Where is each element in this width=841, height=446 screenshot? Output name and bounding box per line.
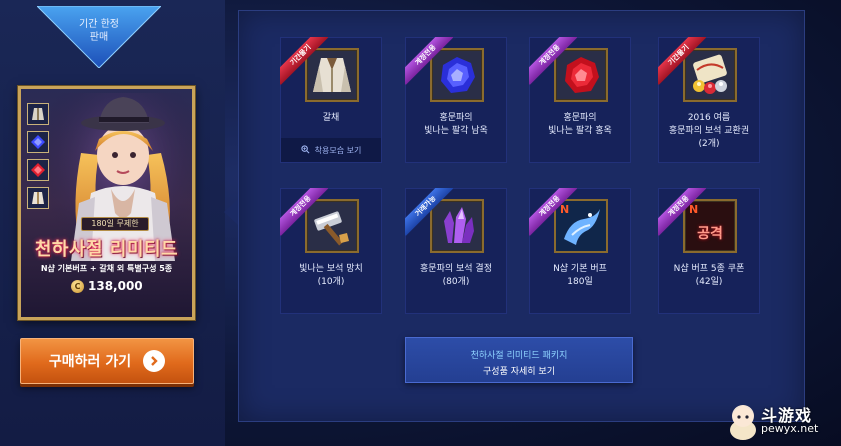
package-card[interactable]: 180일 무제한 천하사절 리미티드 N샵 기본버프 + 갈채 외 특별구성 5…: [18, 86, 195, 320]
ribbon-label: 거래가능: [405, 188, 453, 236]
ribbon-label: 기간물기: [658, 37, 706, 85]
item-name-line1: 홍문파의: [439, 113, 473, 123]
thumb-coat-icon[interactable]: [27, 103, 49, 125]
item-name-line1: 2016 여름: [687, 113, 731, 123]
item-name: 갈채: [281, 112, 381, 125]
item-name: 홍문파의 빛나는 팔각 홍옥: [530, 112, 630, 138]
chevron-right-icon: [143, 350, 166, 372]
item-name: N샵 기본 버프 180일: [530, 263, 630, 289]
banner-line1: 기간 한정: [79, 19, 119, 30]
item-tile-crystal[interactable]: 거래가능 홍문파의 보석 결정 (80개): [405, 188, 507, 314]
detail-button-subtitle: 구성품 자세히 보기: [483, 367, 555, 377]
item-name-line2: 빛나는 팔각 남옥: [424, 126, 488, 136]
package-title: 천하사절 리미티드: [34, 239, 179, 260]
item-name-line1: N샵 버프 5종 쿠폰: [673, 264, 745, 274]
item-tile-buff-coupon[interactable]: 계정전용 N 공격 N샵 버프 5종 쿠폰 (42일): [658, 188, 760, 314]
item-name: 2016 여름 홍문파의 보석 교환권 (2개): [659, 112, 759, 151]
ribbon-badge: 거래가능: [405, 188, 453, 236]
ribbon-badge: 계정전용: [529, 37, 577, 85]
package-description: N샵 기본버프 + 갈채 외 특별구성 5종: [40, 264, 173, 273]
banner-line2: 판매: [89, 32, 109, 43]
thumb-ruby-icon[interactable]: [27, 159, 49, 181]
package-price: C 138,000: [71, 279, 171, 293]
ribbon-badge: 계정전용: [529, 188, 577, 236]
mascot-icon: [730, 405, 756, 440]
item-name: 홍문파의 보석 결정 (80개): [406, 263, 506, 289]
item-name-line2: (10개): [317, 277, 345, 287]
ribbon-label: 계정전용: [405, 37, 453, 85]
panel-pointer: [224, 198, 239, 226]
ribbon-label: 계정전용: [529, 188, 577, 236]
ribbon-badge: 기간물기: [658, 37, 706, 85]
thumb-coat-icon-2[interactable]: [27, 187, 49, 209]
item-name-line2: 홍문파의 보석 교환권: [668, 126, 750, 136]
item-name-line1: 홍문파의: [563, 113, 597, 123]
item-tile-ruby[interactable]: 계정전용 홍문파의 빛나는 팔각 홍옥: [529, 37, 631, 163]
item-name-line2: 180일: [567, 277, 593, 287]
item-tile-gem-voucher[interactable]: 기간물기 2016 여름 홍문파의 보석 교환권 (2개): [658, 37, 760, 163]
try-on-button[interactable]: 착용모습 보기: [281, 138, 381, 162]
banner-text: 기간 한정 판매: [37, 18, 161, 44]
item-name: 홍문파의 빛나는 팔각 남옥: [406, 112, 506, 138]
ribbon-label: 계정전용: [529, 37, 577, 85]
item-name: N샵 버프 5종 쿠폰 (42일): [659, 263, 759, 289]
package-thumbnails: [27, 103, 49, 215]
item-tile-hammer[interactable]: 계정전용 빛나는 보석 망치 (10개): [280, 188, 382, 314]
ribbon-badge: 기간물기: [280, 37, 328, 85]
ribbon-label: 계정전용: [280, 188, 328, 236]
thumb-sapphire-icon[interactable]: [27, 131, 49, 153]
item-tile-sapphire[interactable]: 계정전용 홍문파의 빛나는 팔각 남옥: [405, 37, 507, 163]
item-name-line2: 빛나는 팔각 홍옥: [548, 126, 612, 136]
ribbon-label: 계정전용: [658, 188, 706, 236]
price-value: 138,000: [88, 279, 143, 293]
detail-button-title: 천하사절 리미티드 패키지: [470, 351, 568, 361]
buy-button-label: 구매하러 가기: [48, 354, 132, 370]
watermark-url: pewyx.net: [761, 422, 819, 435]
package-details-button[interactable]: 천하사절 리미티드 패키지 구성품 자세히 보기: [405, 337, 633, 383]
limited-sale-banner: 기간 한정 판매: [37, 6, 161, 68]
site-watermark: 斗游戏 pewyx.net: [727, 400, 835, 440]
item-name-line1: N샵 기본 버프: [553, 264, 607, 274]
item-name-line2: (80개): [442, 277, 470, 287]
ribbon-badge: 계정전용: [658, 188, 706, 236]
ribbon-badge: 계정전용: [405, 37, 453, 85]
ribbon-label: 기간물기: [280, 37, 328, 85]
magnifier-icon: [301, 144, 310, 156]
item-tile-basic-buff[interactable]: 계정전용 N N샵 기본 버프 180일: [529, 188, 631, 314]
item-name-line1: 갈채: [322, 113, 340, 123]
coin-icon: C: [71, 279, 84, 293]
buy-button[interactable]: 구매하러 가기: [20, 338, 194, 384]
duration-badge: 180일 무제한: [81, 217, 149, 231]
item-name: 빛나는 보석 망치 (10개): [281, 263, 381, 289]
try-on-label: 착용모습 보기: [314, 145, 362, 155]
item-tile-coat[interactable]: 기간물기 갈채 착용모습 보기: [280, 37, 382, 163]
ribbon-badge: 계정전용: [280, 188, 328, 236]
item-name-line1: 홍문파의 보석 결정: [420, 264, 492, 274]
item-name-line3: (2개): [698, 139, 720, 149]
item-name-line2: (42일): [695, 277, 723, 287]
item-name-line1: 빛나는 보석 망치: [299, 264, 363, 274]
